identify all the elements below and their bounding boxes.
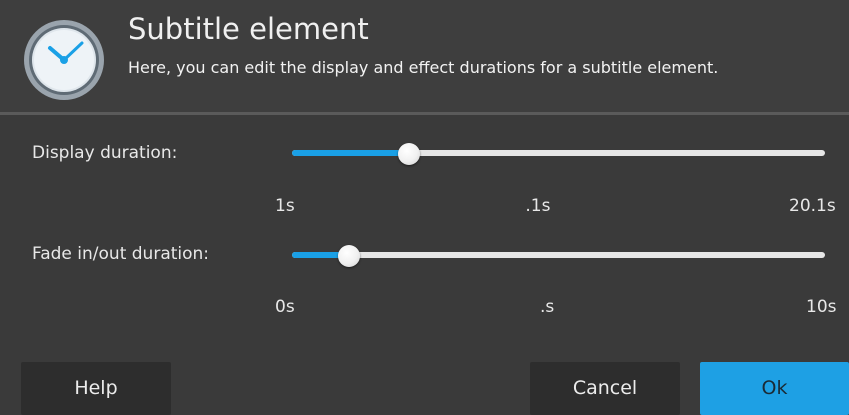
fade-tick-mid: .s [540,297,555,317]
slider-fill [292,150,410,156]
dialog-title: Subtitle element [128,12,369,46]
header-divider [0,112,849,115]
ok-button[interactable]: Ok [700,362,849,415]
display-duration-slider[interactable] [292,143,825,165]
fade-tick-min: 0s [275,297,295,317]
fade-tick-max: 10s [806,297,837,317]
display-duration-label: Display duration: [32,143,178,163]
help-button[interactable]: Help [21,362,171,415]
slider-thumb[interactable] [338,245,361,267]
dialog-header: Subtitle element Here, you can edit the … [0,0,849,112]
slider-track [292,252,825,258]
cancel-button[interactable]: Cancel [530,362,680,415]
clock-icon [24,20,104,100]
slider-thumb[interactable] [398,143,421,165]
fade-duration-slider[interactable] [292,245,825,267]
display-tick-mid: .1s [522,196,551,216]
dialog-description: Here, you can edit the display and effec… [128,58,719,77]
display-tick-min: 1s [275,196,295,216]
display-tick-max: 20.1s [789,196,836,216]
fade-duration-label: Fade in/out duration: [32,244,210,264]
